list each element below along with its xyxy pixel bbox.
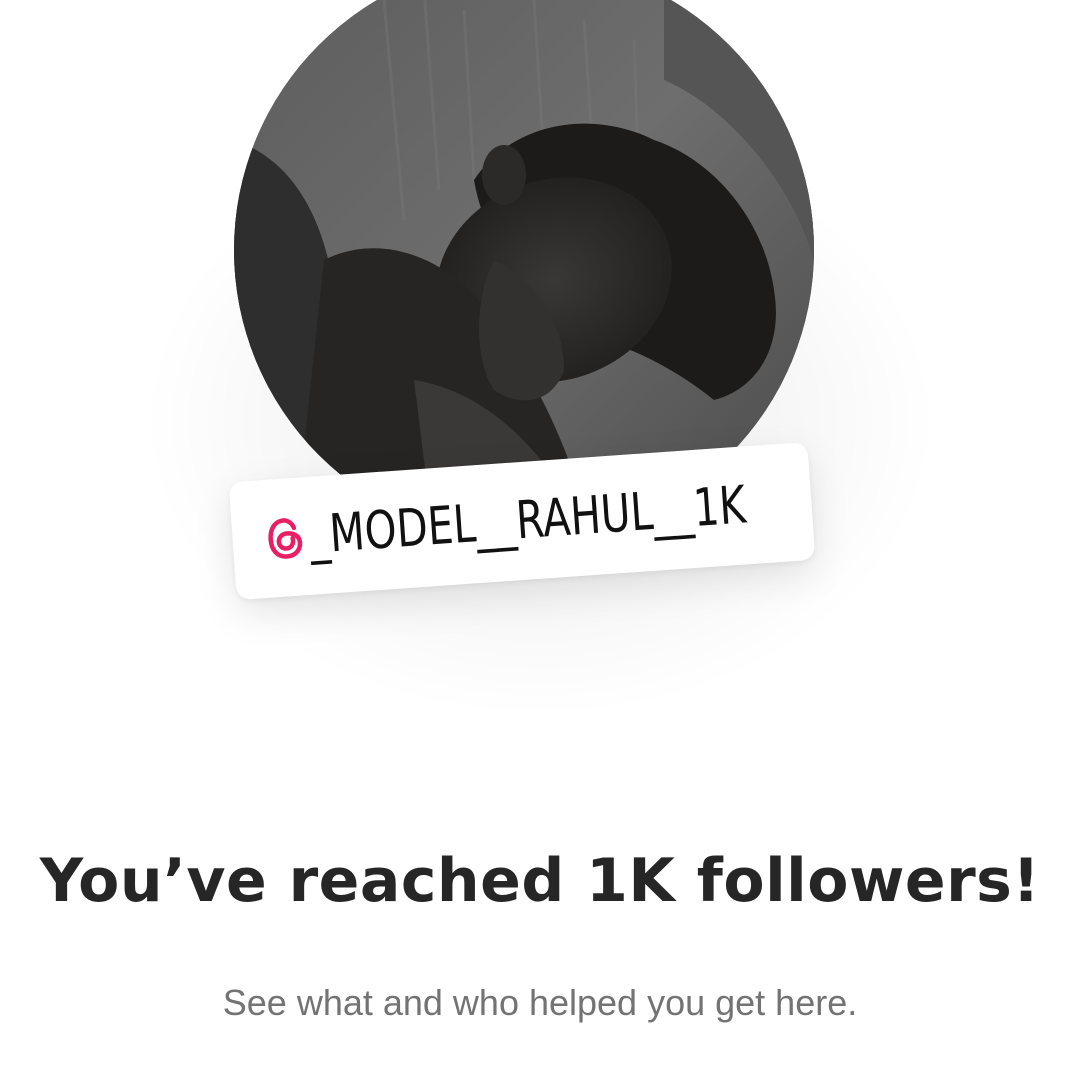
milestone-title: You’ve reached 1K followers!	[39, 846, 1041, 916]
username-handle: _MODEL__RAHUL__1K	[307, 475, 748, 566]
threads-icon	[268, 518, 302, 559]
milestone-screen: _MODEL__RAHUL__1K You’ve reached 1K foll…	[0, 0, 1080, 1080]
milestone-subtitle: See what and who helped you get here.	[222, 982, 858, 1023]
